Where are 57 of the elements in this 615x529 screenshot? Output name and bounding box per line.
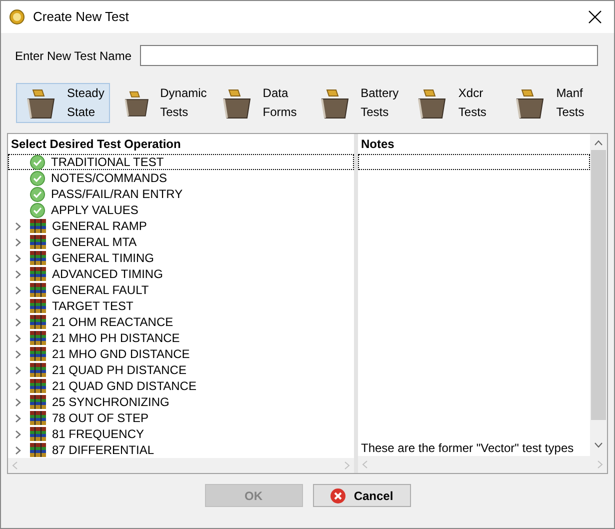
- tree-item[interactable]: GENERAL FAULT: [8, 282, 354, 298]
- tree-item[interactable]: 21 QUAD PH DISTANCE: [8, 362, 354, 378]
- notes-text: These are the former "Vector" test types: [360, 440, 575, 456]
- tree-item[interactable]: 21 QUAD GND DISTANCE: [8, 378, 354, 394]
- books-icon: [30, 411, 46, 425]
- tree-item[interactable]: GENERAL TIMING: [8, 250, 354, 266]
- tree-item[interactable]: GENERAL MTA: [8, 234, 354, 250]
- error-circle-icon: [330, 488, 346, 504]
- app-icon: [9, 9, 25, 25]
- scrollbar-thumb[interactable]: [591, 150, 606, 420]
- test-name-field[interactable]: [140, 45, 598, 66]
- checkmark-circle-icon: [30, 154, 45, 170]
- category-button[interactable]: Dynamic Tests: [114, 83, 208, 123]
- books-icon: [30, 235, 46, 249]
- books-icon: [30, 219, 46, 233]
- tree-item[interactable]: 21 MHO PH DISTANCE: [8, 330, 354, 346]
- tree-item[interactable]: 21 MHO GND DISTANCE: [8, 346, 354, 362]
- tree-item[interactable]: ADVANCED TIMING: [8, 266, 354, 282]
- column-header: Select Desired Test Operation: [10, 136, 182, 153]
- books-icon: [30, 427, 46, 441]
- books-icon: [30, 283, 46, 297]
- window-title: Create New Test: [33, 8, 129, 26]
- checkmark-circle-icon: [30, 202, 45, 218]
- category-button[interactable]: Data Forms: [212, 83, 306, 123]
- checkmark-circle-icon: [30, 186, 45, 202]
- tree-item[interactable]: 21 OHM REACTANCE: [8, 314, 354, 330]
- books-icon: [30, 347, 46, 361]
- scroll-down-icon[interactable]: [594, 442, 603, 448]
- checkmark-circle-icon: [30, 170, 45, 186]
- category-button[interactable]: Battery Tests: [310, 83, 404, 123]
- tree-item[interactable]: GENERAL RAMP: [8, 218, 354, 234]
- tree-item[interactable]: TRADITIONAL TEST: [8, 154, 354, 170]
- close-icon[interactable]: [588, 10, 602, 24]
- books-icon: [30, 443, 46, 457]
- tree-item[interactable]: 81 FREQUENCY: [8, 426, 354, 442]
- books-icon: [30, 315, 46, 329]
- books-icon: [30, 395, 46, 409]
- books-icon: [30, 299, 46, 313]
- column-header: Notes: [360, 136, 396, 153]
- tree-item[interactable]: PASS/FAIL/RAN ENTRY: [8, 186, 354, 202]
- scroll-up-icon[interactable]: [594, 140, 603, 146]
- cancel-button[interactable]: Cancel: [312, 484, 410, 507]
- category-button[interactable]: Manf Tests: [505, 83, 599, 123]
- tree-item[interactable]: 25 SYNCHRONIZING: [8, 394, 354, 410]
- tree-item[interactable]: APPLY VALUES: [8, 202, 354, 218]
- books-icon: [30, 379, 46, 393]
- books-icon: [30, 251, 46, 265]
- books-icon: [30, 331, 46, 345]
- field-label: Enter New Test Name: [15, 48, 132, 64]
- tree-item[interactable]: 87 DIFFERENTIAL: [8, 442, 354, 458]
- books-icon: [30, 267, 46, 281]
- category-button[interactable]: Xdcr Tests: [407, 83, 502, 123]
- tree-item[interactable]: TARGET TEST: [8, 298, 354, 314]
- books-icon: [30, 363, 46, 377]
- tree-item[interactable]: 78 OUT OF STEP: [8, 410, 354, 426]
- tree-item[interactable]: NOTES/COMMANDS: [8, 170, 354, 186]
- category-button[interactable]: Steady State: [16, 83, 110, 123]
